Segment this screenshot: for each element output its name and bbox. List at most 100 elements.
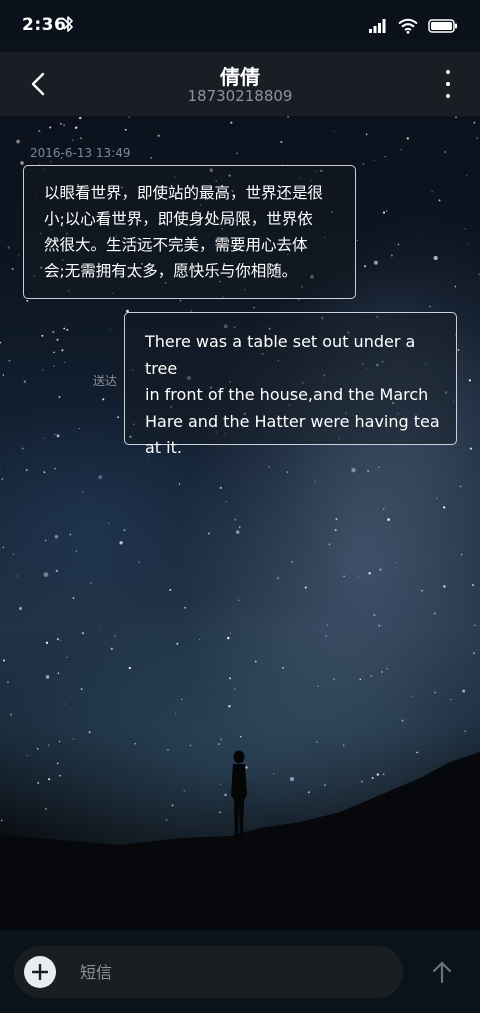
star: [471, 584, 475, 587]
cell-signal-icon: [369, 19, 386, 33]
star: [58, 740, 61, 743]
star: [54, 535, 59, 539]
star: [114, 635, 116, 637]
more-options-button[interactable]: [440, 70, 456, 98]
star: [289, 777, 295, 782]
star: [26, 754, 28, 757]
star: [63, 327, 66, 330]
star: [440, 804, 443, 807]
star: [323, 784, 326, 787]
star: [26, 300, 29, 302]
star: [379, 568, 382, 571]
star: [233, 688, 236, 690]
star: [400, 148, 402, 151]
star: [378, 466, 380, 469]
sms-conversation-screen: 2:36 倩倩 18730218809 2016-6-13 13:49 以眼看世…: [0, 0, 480, 1013]
star: [80, 688, 83, 691]
message-line: 以眼看世界，即使站的最高，世界还是很: [44, 184, 324, 202]
star: [175, 713, 177, 715]
star: [229, 677, 231, 680]
star: [241, 804, 243, 806]
star: [334, 528, 337, 532]
star: [119, 541, 123, 545]
star: [371, 776, 374, 780]
more-vertical-icon-dot: [446, 82, 450, 86]
message-timestamp: 2016-6-13 13:49: [30, 146, 131, 160]
status-icons: [368, 16, 458, 36]
star: [235, 530, 240, 534]
star: [124, 128, 127, 131]
star: [63, 703, 65, 705]
star: [228, 705, 231, 708]
star: [335, 518, 338, 521]
star: [237, 599, 240, 602]
star: [3, 659, 6, 662]
star: [434, 612, 436, 615]
outgoing-message-bubble[interactable]: There was a table set out under a tree i…: [124, 312, 457, 457]
star: [82, 491, 84, 493]
star: [229, 632, 231, 634]
message-input[interactable]: [80, 959, 380, 985]
send-button[interactable]: [426, 956, 458, 988]
star: [12, 553, 15, 556]
star: [454, 285, 457, 288]
star: [286, 471, 289, 473]
star: [383, 508, 385, 510]
star: [63, 124, 66, 127]
star: [108, 522, 110, 524]
star: [475, 788, 478, 791]
star: [165, 818, 168, 821]
star: [199, 638, 201, 641]
message-line: Hare and the Hatter were having tea: [145, 411, 440, 431]
star: [219, 811, 221, 814]
message-line: in front of the house,and the March: [145, 385, 429, 404]
star: [179, 299, 182, 302]
star: [66, 328, 69, 331]
star: [71, 139, 74, 142]
message-line: 然很大。生活远不完美，需要用心去体: [44, 236, 308, 254]
star: [75, 126, 78, 129]
star: [365, 133, 368, 136]
star: [402, 801, 405, 804]
star: [66, 656, 68, 658]
status-bar: 2:36: [0, 0, 480, 52]
add-attachment-button[interactable]: [24, 956, 56, 988]
star: [134, 743, 136, 745]
star: [43, 572, 49, 577]
star: [476, 137, 479, 139]
star: [464, 730, 467, 733]
star: [421, 589, 423, 592]
star: [56, 637, 60, 641]
star: [79, 427, 81, 430]
star: [25, 468, 28, 472]
star: [416, 751, 419, 754]
star: [253, 307, 255, 309]
star: [80, 137, 83, 140]
star: [236, 152, 238, 155]
star: [448, 813, 450, 816]
star: [406, 137, 409, 140]
star: [79, 116, 82, 120]
star: [376, 773, 380, 776]
star: [21, 447, 24, 450]
star: [8, 359, 11, 362]
star: [181, 698, 183, 701]
star: [53, 351, 55, 354]
star: [123, 529, 126, 532]
star: [43, 471, 46, 474]
more-vertical-icon-dot: [446, 94, 450, 98]
star: [433, 255, 438, 261]
contact-number: 18730218809: [187, 87, 293, 105]
incoming-message-bubble[interactable]: 以眼看世界，即使站的最高，世界还是很 小;以心看世界，即使身处局限，世界依 然很…: [23, 165, 356, 299]
star: [1, 478, 3, 480]
star: [90, 582, 92, 584]
star: [343, 575, 345, 577]
star: [7, 681, 9, 683]
star: [384, 156, 386, 158]
star: [272, 773, 275, 775]
star: [98, 475, 103, 480]
star: [98, 625, 100, 627]
star: [386, 667, 389, 670]
star: [18, 254, 20, 256]
star: [397, 243, 400, 246]
